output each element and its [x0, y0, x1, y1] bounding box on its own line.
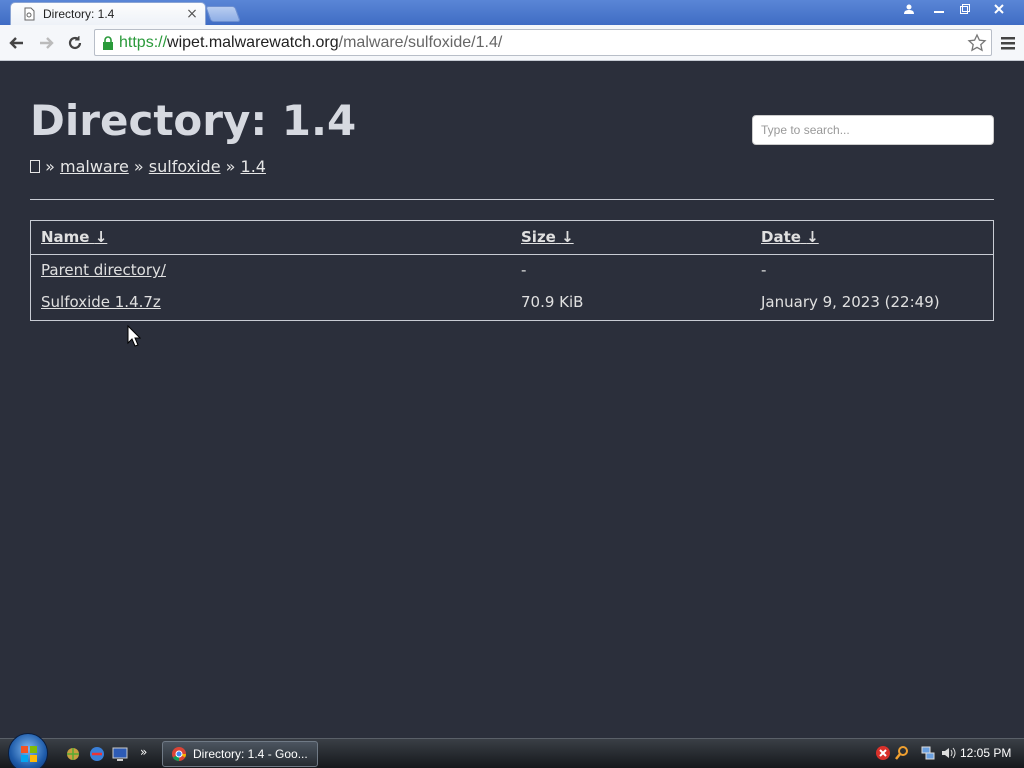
- breadcrumb-item-malware[interactable]: malware: [60, 157, 129, 176]
- breadcrumb-separator: »: [45, 157, 55, 176]
- file-table: Name ↓ Size ↓ Date ↓ Parent directory/ -…: [31, 221, 993, 318]
- parent-directory-link[interactable]: Parent directory/: [41, 261, 166, 279]
- close-window-button[interactable]: [984, 0, 1014, 18]
- sort-by-name-link[interactable]: Name ↓: [41, 228, 107, 246]
- quick-launch-desktop-icon[interactable]: [111, 745, 129, 763]
- tab-active[interactable]: Directory: 1.4 ×: [10, 2, 206, 25]
- tab-title: Directory: 1.4: [43, 7, 115, 21]
- mouse-cursor-icon: [127, 325, 141, 347]
- file-name-cell: Parent directory/: [31, 254, 511, 286]
- sort-by-date-link[interactable]: Date ↓: [761, 228, 819, 246]
- table-row: Parent directory/ - -: [31, 254, 993, 286]
- page-content: Directory: 1.4 » malware » sulfoxide » 1…: [0, 62, 1024, 738]
- reload-button[interactable]: [63, 31, 87, 55]
- user-profile-icon[interactable]: [896, 0, 922, 18]
- security-alert-icon[interactable]: [875, 745, 891, 761]
- breadcrumb-separator: »: [225, 157, 236, 176]
- sort-arrow-icon: ↓: [806, 228, 819, 247]
- breadcrumb: » malware » sulfoxide » 1.4: [30, 157, 266, 176]
- search-icon[interactable]: [894, 745, 910, 761]
- back-arrow-icon: [9, 37, 23, 49]
- quick-launch-browser-icon[interactable]: [88, 745, 106, 763]
- tab-close-icon[interactable]: ×: [185, 6, 199, 22]
- new-tab-button[interactable]: [205, 6, 241, 22]
- table-row: Sulfoxide 1.4.7z 70.9 KiB January 9, 202…: [31, 286, 993, 318]
- sort-arrow-icon: ↓: [561, 228, 574, 247]
- lock-icon: [103, 35, 113, 50]
- quick-launch-more-chevron[interactable]: »: [140, 745, 158, 763]
- breadcrumb-separator: »: [133, 157, 144, 176]
- taskbar-button-browser[interactable]: Directory: 1.4 - Goo...: [162, 741, 318, 767]
- address-bar[interactable]: https://wipet.malwarewatch.org/malware/s…: [94, 29, 992, 56]
- url-text: https://wipet.malwarewatch.org/malware/s…: [119, 33, 503, 51]
- file-listing: Name ↓ Size ↓ Date ↓ Parent directory/ -…: [30, 220, 994, 321]
- forward-button[interactable]: [34, 31, 58, 55]
- file-date-cell: January 9, 2023 (22:49): [761, 293, 940, 311]
- file-size-cell: 70.9 KiB: [521, 293, 584, 311]
- file-name-cell: Sulfoxide 1.4.7z: [31, 286, 511, 318]
- start-button[interactable]: [8, 733, 48, 768]
- restore-button[interactable]: [952, 0, 978, 18]
- taskbar-button-label: Directory: 1.4 - Goo...: [193, 747, 308, 761]
- column-header-date: Date ↓: [751, 221, 993, 255]
- taskbar: » Directory: 1.4 - Goo... 12:05 PM: [0, 733, 1024, 768]
- browser-menu-icon[interactable]: [998, 31, 1018, 55]
- reload-icon: [68, 36, 82, 50]
- volume-icon[interactable]: [940, 745, 956, 761]
- breadcrumb-item-sulfoxide[interactable]: sulfoxide: [149, 157, 221, 176]
- file-date-cell: -: [761, 261, 767, 280]
- minimize-button[interactable]: [926, 0, 952, 18]
- windows-logo-icon: [21, 746, 37, 762]
- chrome-icon: [172, 747, 187, 762]
- system-clock[interactable]: 12:05 PM: [960, 746, 1011, 760]
- page-document-icon: [21, 6, 37, 22]
- browser-toolbar: https://wipet.malwarewatch.org/malware/s…: [0, 25, 1024, 61]
- divider: [30, 199, 994, 200]
- forward-arrow-icon: [40, 37, 54, 49]
- sort-by-size-link[interactable]: Size ↓: [521, 228, 574, 246]
- bookmark-star-icon[interactable]: [967, 33, 987, 53]
- file-link[interactable]: Sulfoxide 1.4.7z: [41, 293, 161, 311]
- quick-launch-app-icon[interactable]: [64, 745, 82, 763]
- table-header-row: Name ↓ Size ↓ Date ↓: [31, 221, 993, 255]
- search-input[interactable]: [752, 115, 994, 145]
- sort-arrow-icon: ↓: [94, 228, 108, 247]
- browser-titlebar: Directory: 1.4 ×: [0, 0, 1024, 25]
- column-header-size: Size ↓: [511, 221, 751, 255]
- back-button[interactable]: [5, 31, 29, 55]
- column-header-name: Name ↓: [31, 221, 511, 255]
- network-icon[interactable]: [920, 745, 936, 761]
- file-size-cell: -: [521, 261, 527, 280]
- breadcrumb-item-current[interactable]: 1.4: [241, 157, 266, 176]
- breadcrumb-home-icon[interactable]: [30, 157, 40, 176]
- page-title: Directory: 1.4: [30, 96, 357, 145]
